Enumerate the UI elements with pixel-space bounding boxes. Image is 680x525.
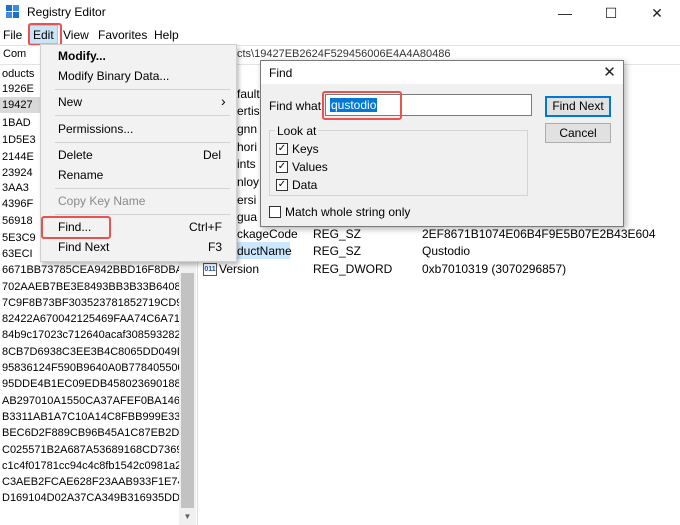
delete-shortcut: Del <box>203 148 222 162</box>
reg-dword-icon: 011 <box>203 263 217 276</box>
tree-item[interactable]: 1BAD <box>2 114 31 132</box>
find-input-highlight <box>322 91 402 120</box>
scroll-down-icon[interactable]: ▼ <box>179 508 196 525</box>
close-icon[interactable]: ✕ <box>596 61 623 84</box>
menu-item-permissions[interactable]: Permissions... <box>58 122 133 136</box>
value-name-fragment: ersi <box>237 193 257 207</box>
menu-view[interactable]: View <box>63 28 89 42</box>
value-name-fragment: fault <box>237 87 260 101</box>
tree-item[interactable]: 4396F <box>2 195 33 213</box>
find-next-button[interactable]: Find Next <box>545 96 611 117</box>
menu-item-find-next[interactable]: Find Next <box>58 240 109 254</box>
value-data: Qustodio <box>422 244 471 258</box>
value-name-fragment: ertisi <box>237 104 263 118</box>
match-whole-string-label: Match whole string only <box>285 205 411 219</box>
find-next-shortcut: F3 <box>208 240 223 254</box>
tree-item[interactable]: BEC6D2F889CB96B45A1C87EB2D83EF <box>2 424 179 442</box>
tree-item[interactable]: 84b9c17023c712640acaf308593282f8 <box>2 326 179 344</box>
tree-item[interactable]: 1D5E3 <box>2 131 36 149</box>
minimize-button[interactable]: — <box>542 0 588 26</box>
find-shortcut: Ctrl+F <box>189 220 222 234</box>
value-type: REG_SZ <box>313 227 362 241</box>
menu-item-rename[interactable]: Rename <box>58 168 103 182</box>
tree-item[interactable]: 6671BB73785CEA942BBD16F8DBAE8E <box>2 261 179 279</box>
edit-menu-highlight <box>28 23 62 46</box>
find-what-label: Find what: <box>269 99 325 113</box>
chevron-right-icon: › <box>221 93 226 109</box>
menu-separator <box>55 214 230 215</box>
address-path: cts\19427EB2624F529456006E4A4A80486 <box>237 48 451 60</box>
look-at-label: Look at <box>275 124 319 138</box>
keys-checkbox[interactable]: ✓ <box>276 143 288 155</box>
value-name-fragment: gnn <box>237 122 258 136</box>
value-name[interactable]: Version <box>219 260 259 278</box>
value-name-fragment: gua <box>237 210 258 224</box>
menu-item-copy-key-name[interactable]: Copy Key Name <box>58 194 145 208</box>
value-name-fragment: hori <box>237 140 258 154</box>
match-whole-string-checkbox[interactable] <box>269 206 281 218</box>
find-dialog-title: Find <box>269 66 293 80</box>
value-name-fragment: nloy <box>237 175 260 189</box>
menu-favorites[interactable]: Favorites <box>98 28 147 42</box>
values-label: Values <box>292 160 328 174</box>
value-data: 2EF8671B1074E06B4F9E5B07E2B43E604 <box>422 227 656 241</box>
tree-item[interactable]: 56918 <box>2 212 33 230</box>
menu-separator <box>55 89 230 90</box>
menu-item-new[interactable]: New <box>58 95 82 109</box>
find-dialog-titlebar <box>261 61 623 84</box>
tree-item[interactable]: D169104D02A37CA349B316935DDB94 <box>2 489 179 507</box>
values-checkbox[interactable]: ✓ <box>276 161 288 173</box>
menu-help[interactable]: Help <box>154 28 179 42</box>
value-name[interactable]: ckageCode <box>237 225 298 243</box>
address-prefix: Com <box>3 48 27 60</box>
value-name-fragment: ints <box>237 157 256 171</box>
cancel-button[interactable]: Cancel <box>545 123 611 143</box>
menu-item-modify-binary[interactable]: Modify Binary Data... <box>58 69 169 83</box>
minimize-icon: — <box>558 5 572 21</box>
tree-item[interactable]: 19427 <box>2 96 33 114</box>
value-name[interactable]: ductName <box>237 242 292 260</box>
menu-item-delete[interactable]: Delete <box>58 148 93 162</box>
tree-item[interactable]: 95DDE4B1EC09EDB458023690188018 <box>2 375 179 393</box>
value-type: REG_DWORD <box>313 262 393 276</box>
maximize-icon: ☐ <box>604 4 618 21</box>
value-type: REG_SZ <box>313 244 362 258</box>
menu-file[interactable]: File <box>3 28 22 42</box>
find-item-highlight <box>41 216 111 239</box>
close-button[interactable]: ✕ <box>634 0 680 26</box>
close-icon: ✕ <box>651 4 663 21</box>
menu-separator <box>55 142 230 143</box>
registry-editor-icon <box>6 5 19 18</box>
data-checkbox[interactable]: ✓ <box>276 179 288 191</box>
window-title: Registry Editor <box>27 5 106 19</box>
keys-label: Keys <box>292 142 319 156</box>
menu-item-modify[interactable]: Modify... <box>58 49 106 63</box>
maximize-button[interactable]: ☐ <box>588 0 634 26</box>
value-data: 0xb7010319 (3070296857) <box>422 262 567 276</box>
menu-separator <box>55 188 230 189</box>
data-label: Data <box>292 178 318 192</box>
scrollbar-thumb[interactable] <box>181 273 194 508</box>
menu-separator <box>55 115 230 116</box>
